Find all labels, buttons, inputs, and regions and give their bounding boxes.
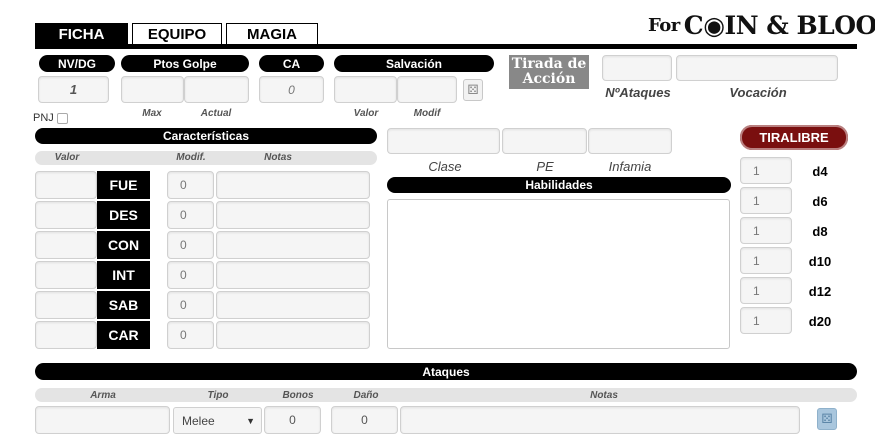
stat-valor-input[interactable] xyxy=(35,171,97,199)
stat-name: DES xyxy=(97,201,150,229)
clase-input[interactable] xyxy=(387,128,500,154)
stat-notas-input[interactable] xyxy=(216,201,370,229)
infamia-input[interactable] xyxy=(588,128,672,154)
pe-input[interactable] xyxy=(502,128,587,154)
stat-notas-input[interactable] xyxy=(216,231,370,259)
tab-ficha[interactable]: FICHA xyxy=(35,23,128,44)
num-ataques-input[interactable] xyxy=(602,55,672,81)
stat-modif-input[interactable]: 0 xyxy=(167,291,214,319)
tipo-select[interactable]: Melee ▼ xyxy=(173,407,262,434)
tipo-value: Melee xyxy=(182,413,215,428)
pnj-label: PNJ xyxy=(33,112,54,124)
attack-roll-icon[interactable]: ⚄ xyxy=(817,408,837,430)
logo-text: C◉IN & BLOOD xyxy=(683,10,875,40)
stat-name: CON xyxy=(97,231,150,259)
ataques-column-bar xyxy=(35,388,857,402)
col-dano: Daño xyxy=(353,390,379,401)
clase-label: Clase xyxy=(428,159,462,174)
bonos-input[interactable]: 0 xyxy=(264,406,321,434)
dice-count-input[interactable]: 1 xyxy=(740,157,792,184)
stat-name: SAB xyxy=(97,291,150,319)
col-notas: Notas xyxy=(590,390,618,401)
dice-label: d12 xyxy=(808,284,832,299)
chevron-down-icon: ▼ xyxy=(246,415,255,426)
arma-input[interactable] xyxy=(35,406,170,434)
tab-magia[interactable]: MAGIA xyxy=(226,23,318,44)
dice-label: d10 xyxy=(808,254,832,269)
stat-modif-input[interactable]: 0 xyxy=(167,261,214,289)
dice-roll-icon[interactable]: ⚄ xyxy=(463,79,483,101)
logo-prefix: For xyxy=(648,14,680,36)
dice-label: d20 xyxy=(808,314,832,329)
stat-valor-input[interactable] xyxy=(35,321,97,349)
logo: For C◉IN & BLOOD xyxy=(648,9,875,41)
stat-notas-input[interactable] xyxy=(216,321,370,349)
dano-input[interactable]: 0 xyxy=(331,406,398,434)
nvdg-header: NV/DG xyxy=(39,55,115,72)
dice-label: d4 xyxy=(812,164,828,179)
stat-valor-input[interactable] xyxy=(35,231,97,259)
salvacion-header: Salvación xyxy=(334,55,494,72)
dice-count-input[interactable]: 1 xyxy=(740,187,792,214)
tiralibre-button[interactable]: TIRALIBRE xyxy=(740,125,848,150)
salvacion-valor-label: Valor xyxy=(353,108,379,119)
dice-count-input[interactable]: 1 xyxy=(740,307,792,334)
ca-header: CA xyxy=(259,55,324,72)
nivel-input[interactable]: 1 xyxy=(38,76,109,103)
dice-label: d6 xyxy=(812,194,828,209)
dice-count-input[interactable]: 1 xyxy=(740,277,792,304)
stat-valor-input[interactable] xyxy=(35,201,97,229)
stat-notas-input[interactable] xyxy=(216,261,370,289)
stat-valor-input[interactable] xyxy=(35,291,97,319)
col-modif: Modif. xyxy=(176,152,206,163)
pg-actual-input[interactable] xyxy=(184,76,249,103)
habilidades-header: Habilidades xyxy=(387,177,731,193)
stat-modif-input[interactable]: 0 xyxy=(167,201,214,229)
pg-max-label: Max xyxy=(142,108,162,119)
ataque-notas-input[interactable] xyxy=(400,406,800,434)
tirada-accion-button[interactable]: Tirada de Acción xyxy=(509,55,589,89)
salvacion-modif-input[interactable] xyxy=(397,76,457,103)
dice-count-input[interactable]: 1 xyxy=(740,217,792,244)
pg-max-input[interactable] xyxy=(121,76,184,103)
stat-modif-input[interactable]: 0 xyxy=(167,171,214,199)
stat-modif-input[interactable]: 0 xyxy=(167,321,214,349)
stat-name: INT xyxy=(97,261,150,289)
col-notas: Notas xyxy=(264,152,292,163)
col-bonos: Bonos xyxy=(282,390,314,401)
tab-equipo[interactable]: EQUIPO xyxy=(132,23,222,44)
ca-input[interactable]: 0 xyxy=(259,76,324,103)
stat-name: FUE xyxy=(97,171,150,199)
vocacion-input[interactable] xyxy=(676,55,838,81)
col-tipo: Tipo xyxy=(207,390,229,401)
pnj-toggle[interactable]: PNJ xyxy=(33,112,68,124)
dice-count-input[interactable]: 1 xyxy=(740,247,792,274)
num-ataques-label: NºAtaques xyxy=(605,85,671,100)
pnj-checkbox[interactable] xyxy=(56,112,68,124)
col-valor: Valor xyxy=(54,152,80,163)
stat-valor-input[interactable] xyxy=(35,261,97,289)
habilidades-textarea[interactable] xyxy=(387,199,730,349)
col-arma: Arma xyxy=(90,390,116,401)
dice-label: d8 xyxy=(812,224,828,239)
salvacion-modif-label: Modif xyxy=(413,108,441,119)
salvacion-valor-input[interactable] xyxy=(334,76,397,103)
pe-label: PE xyxy=(536,159,554,174)
ataques-header: Ataques xyxy=(35,363,857,380)
stat-notas-input[interactable] xyxy=(216,291,370,319)
ptos-golpe-header: Ptos Golpe xyxy=(121,55,249,72)
tab-underline xyxy=(35,44,857,49)
stat-name: CAR xyxy=(97,321,150,349)
pg-actual-label: Actual xyxy=(200,108,232,119)
stat-modif-input[interactable]: 0 xyxy=(167,231,214,259)
vocacion-label: Vocación xyxy=(729,85,787,100)
caracteristicas-header: Características xyxy=(35,128,377,144)
infamia-label: Infamia xyxy=(608,159,652,174)
stat-notas-input[interactable] xyxy=(216,171,370,199)
